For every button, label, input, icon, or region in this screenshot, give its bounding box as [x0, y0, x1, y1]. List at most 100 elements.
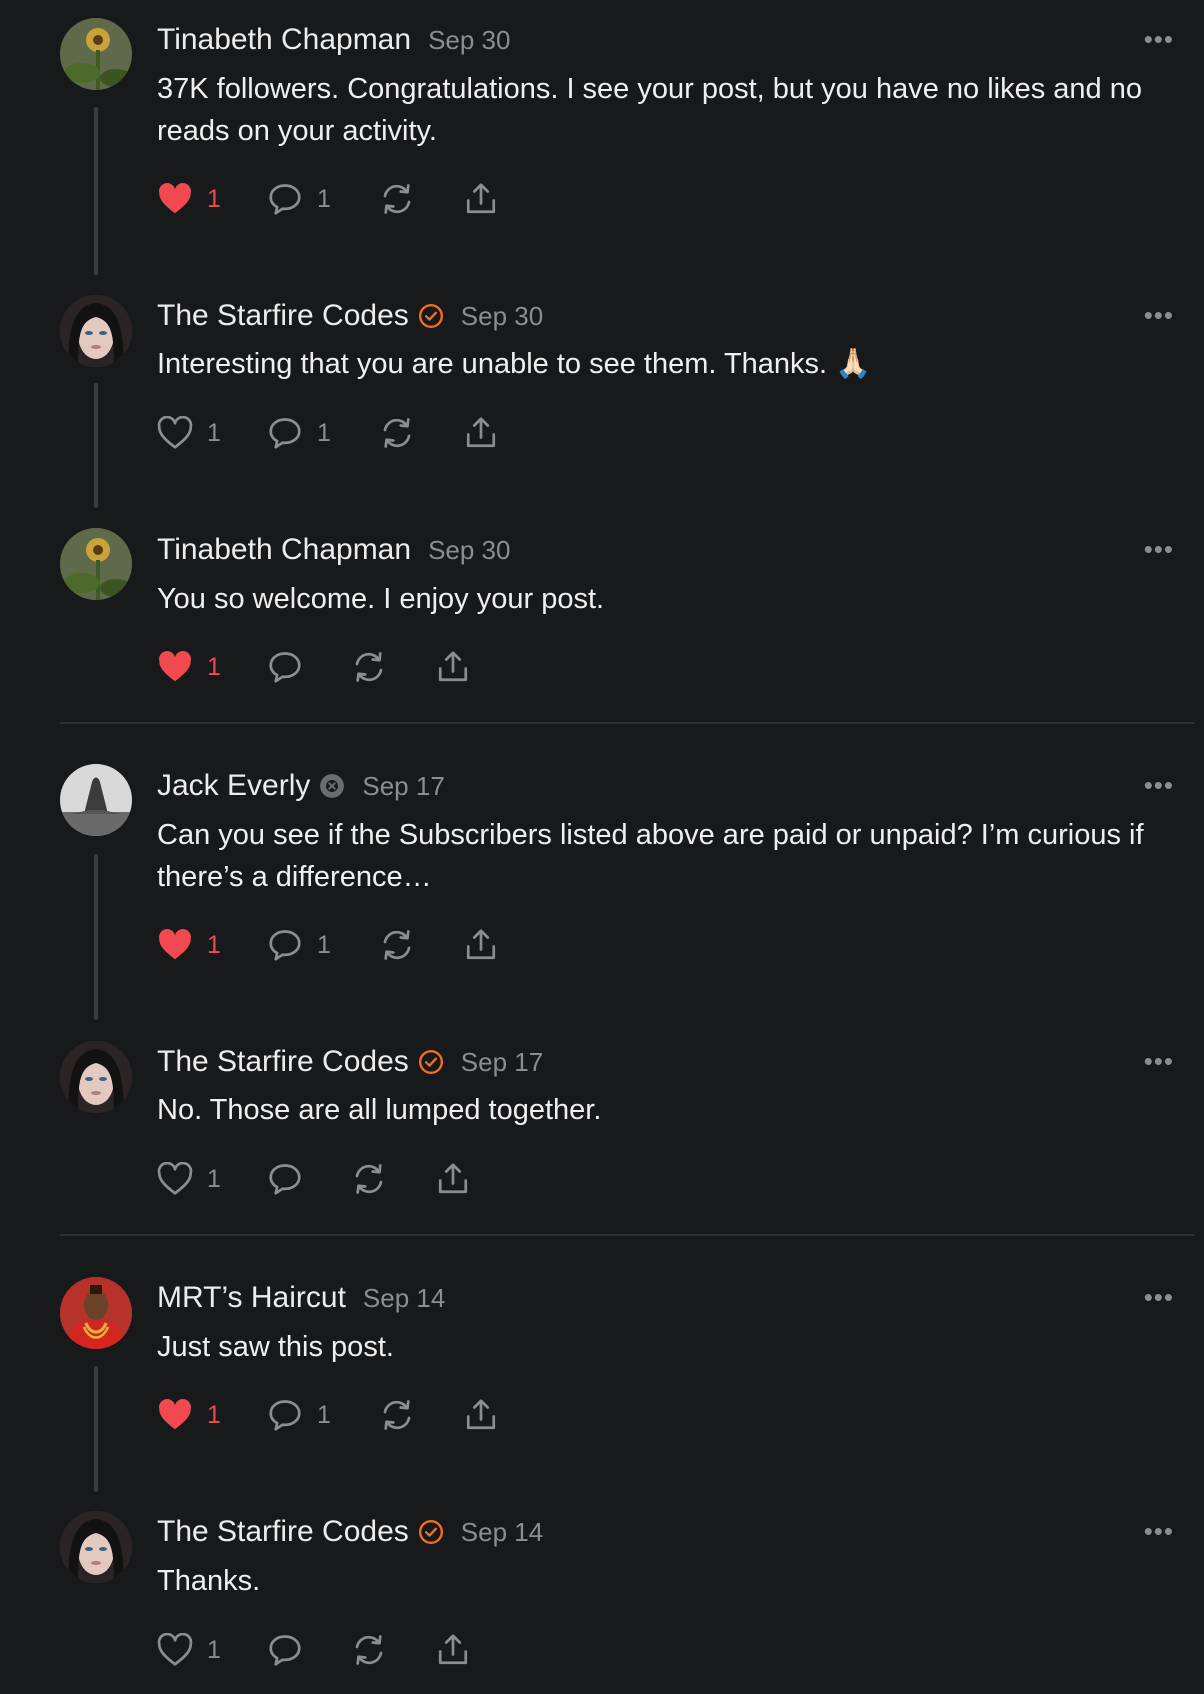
restack-icon [351, 1162, 387, 1196]
restack-button[interactable] [351, 647, 387, 687]
author-name[interactable]: The Starfire Codes [157, 299, 409, 333]
share-icon [463, 182, 499, 216]
comment-date[interactable]: Sep 30 [428, 25, 510, 56]
share-icon [463, 416, 499, 450]
like-button[interactable]: 1 [157, 925, 221, 965]
more-options-button[interactable]: ••• [1144, 1282, 1174, 1313]
like-count: 1 [207, 1164, 221, 1193]
share-icon [463, 1398, 499, 1432]
like-button[interactable]: 1 [157, 179, 221, 219]
verified-badge-icon [418, 1519, 444, 1545]
reply-count: 1 [317, 1400, 331, 1429]
comment-date[interactable]: Sep 17 [362, 771, 444, 802]
like-button[interactable]: 1 [157, 413, 221, 453]
verified-badge-icon [418, 1049, 444, 1075]
comment-text: Interesting that you are unable to see t… [157, 348, 872, 380]
like-count: 1 [207, 418, 221, 447]
reply-button[interactable] [267, 647, 303, 687]
restack-icon [351, 1633, 387, 1667]
comment-date[interactable]: Sep 30 [428, 535, 510, 566]
heart-filled-icon [157, 1398, 193, 1432]
reply-count: 1 [317, 184, 331, 213]
reply-button[interactable]: 1 [267, 1395, 331, 1435]
like-count: 1 [207, 1400, 221, 1429]
share-icon [435, 1633, 471, 1667]
reply-button[interactable]: 1 [267, 413, 331, 453]
like-button[interactable]: 1 [157, 1395, 221, 1435]
heart-filled-icon [157, 650, 193, 684]
thread-line [94, 854, 98, 1020]
more-options-button[interactable]: ••• [1144, 770, 1174, 801]
share-button[interactable] [435, 647, 471, 687]
more-options-button[interactable]: ••• [1144, 1516, 1174, 1547]
author-name[interactable]: Jack Everly [157, 769, 310, 803]
restack-button[interactable] [379, 1395, 415, 1435]
avatar[interactable] [60, 1041, 132, 1113]
reply-count: 1 [317, 930, 331, 959]
account-badge-icon [319, 773, 345, 799]
author-name[interactable]: Tinabeth Chapman [157, 23, 411, 57]
avatar[interactable] [60, 18, 132, 90]
share-button[interactable] [463, 925, 499, 965]
author-name[interactable]: Tinabeth Chapman [157, 533, 411, 567]
share-icon [435, 650, 471, 684]
heart-filled-icon [157, 928, 193, 962]
comment-date[interactable]: Sep 30 [461, 301, 543, 332]
restack-button[interactable] [351, 1630, 387, 1670]
comment-date[interactable]: Sep 14 [363, 1283, 445, 1314]
author-name[interactable]: MRT’s Haircut [157, 1281, 346, 1315]
thread-line [94, 1366, 98, 1492]
more-options-button[interactable]: ••• [1144, 300, 1174, 331]
comment-text: Just saw this post. [157, 1331, 394, 1363]
comment-date[interactable]: Sep 17 [461, 1047, 543, 1078]
avatar[interactable] [60, 1277, 132, 1349]
comment-text: Can you see if the Subscribers listed ab… [157, 819, 1144, 893]
restack-button[interactable] [379, 179, 415, 219]
like-count: 1 [207, 930, 221, 959]
thread-divider [60, 722, 1195, 724]
share-button[interactable] [463, 413, 499, 453]
like-button[interactable]: 1 [157, 1630, 221, 1670]
reply-button[interactable] [267, 1630, 303, 1670]
reply-button[interactable]: 1 [267, 179, 331, 219]
comment-bubble-icon [267, 1162, 303, 1196]
share-button[interactable] [463, 1395, 499, 1435]
comment-bubble-icon [267, 650, 303, 684]
author-name[interactable]: The Starfire Codes [157, 1515, 409, 1549]
share-button[interactable] [435, 1159, 471, 1199]
comment-text: 37K followers. Congratulations. I see yo… [157, 73, 1142, 147]
reply-button[interactable]: 1 [267, 925, 331, 965]
like-button[interactable]: 1 [157, 1159, 221, 1199]
avatar[interactable] [60, 295, 132, 367]
comment-bubble-icon [267, 1398, 303, 1432]
restack-button[interactable] [351, 1159, 387, 1199]
thread-divider [60, 1234, 1195, 1236]
more-options-button[interactable]: ••• [1144, 24, 1174, 55]
like-count: 1 [207, 1635, 221, 1664]
reply-button[interactable] [267, 1159, 303, 1199]
restack-button[interactable] [379, 925, 415, 965]
share-icon [463, 928, 499, 962]
share-button[interactable] [463, 179, 499, 219]
avatar[interactable] [60, 528, 132, 600]
like-button[interactable]: 1 [157, 647, 221, 687]
avatar[interactable] [60, 1511, 132, 1583]
share-button[interactable] [435, 1630, 471, 1670]
heart-outline-icon [157, 416, 193, 450]
avatar[interactable] [60, 764, 132, 836]
heart-filled-icon [157, 182, 193, 216]
restack-icon [351, 650, 387, 684]
more-options-button[interactable]: ••• [1144, 1046, 1174, 1077]
comment-bubble-icon [267, 416, 303, 450]
more-options-button[interactable]: ••• [1144, 534, 1174, 565]
thread-line [94, 383, 98, 508]
comment-bubble-icon [267, 182, 303, 216]
author-name[interactable]: The Starfire Codes [157, 1045, 409, 1079]
restack-button[interactable] [379, 413, 415, 453]
comment-date[interactable]: Sep 14 [461, 1517, 543, 1548]
like-count: 1 [207, 652, 221, 681]
comment-text: You so welcome. I enjoy your post. [157, 583, 605, 615]
restack-icon [379, 928, 415, 962]
restack-icon [379, 416, 415, 450]
comment-bubble-icon [267, 928, 303, 962]
